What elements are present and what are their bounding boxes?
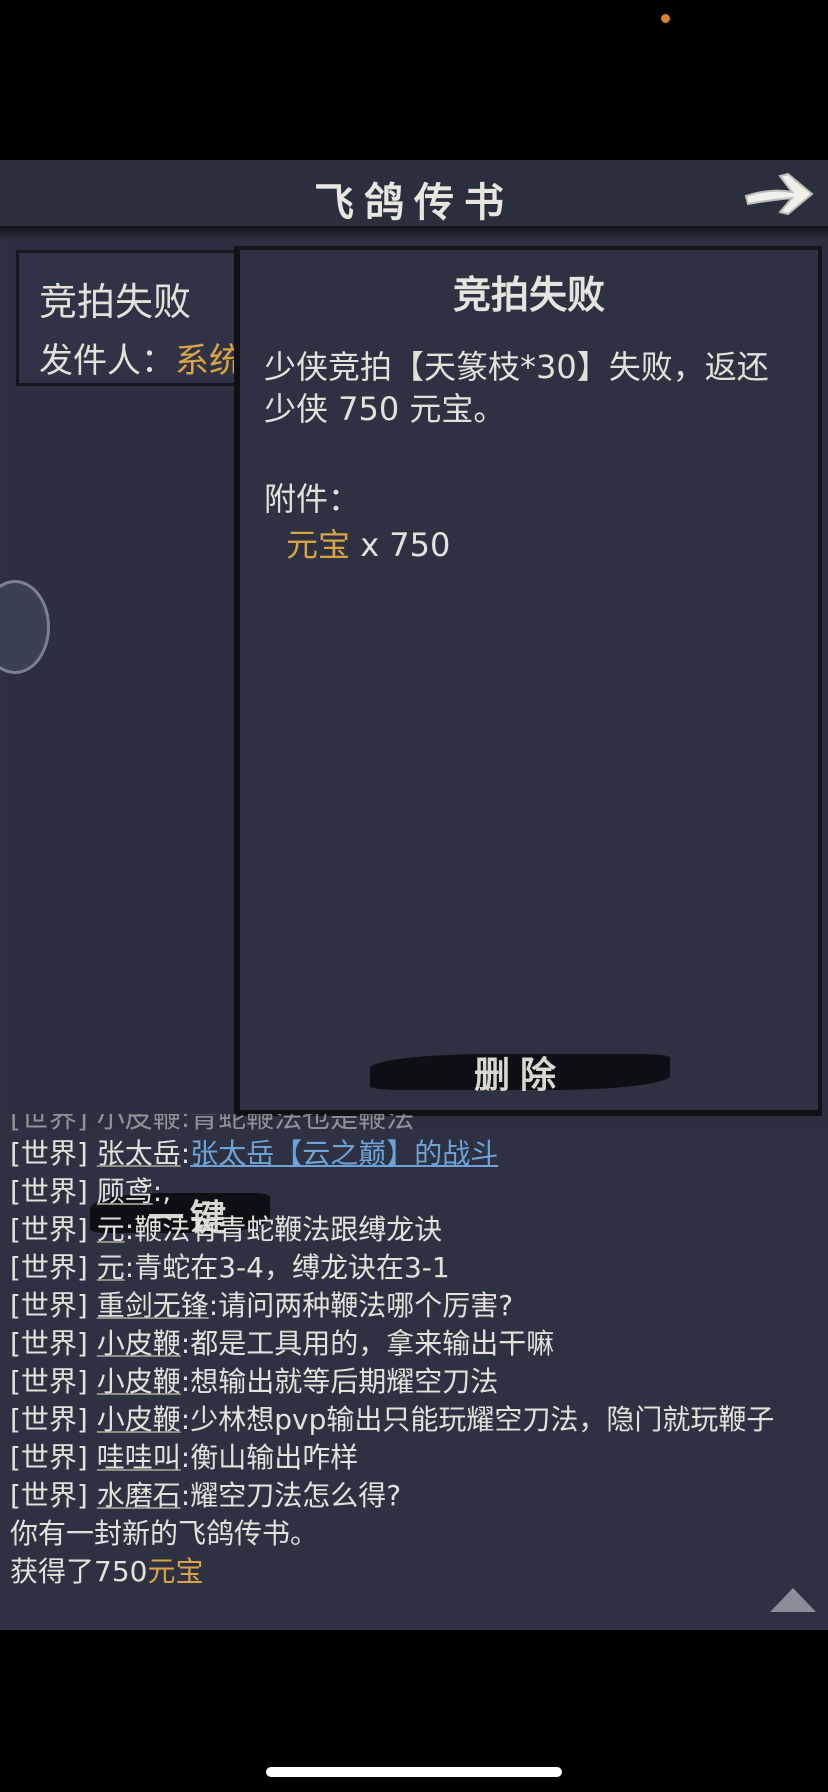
chat-channel: [世界] [10, 1441, 88, 1474]
chat-sep: : [180, 1403, 191, 1436]
chat-sender[interactable]: 小皮鞭 [97, 1403, 181, 1436]
chat-channel: [世界] [10, 1175, 88, 1208]
header: 飞鸽传书 [0, 160, 828, 226]
chat-sender[interactable]: 元 [97, 1213, 125, 1246]
chat-line: [世界] 小皮鞭:想输出就等后期耀空刀法 [10, 1364, 498, 1400]
back-button[interactable] [740, 166, 818, 222]
chat-channel: [世界] [10, 1137, 88, 1170]
chat-channel: [世界] [10, 1327, 88, 1360]
chat-line: [世界] 小皮鞭:都是工具用的，拿来输出干嘛 [10, 1326, 554, 1362]
chat-text: 鞭法有青蛇鞭法跟缚龙诀 [134, 1213, 443, 1246]
page-title: 飞鸽传书 [314, 179, 514, 226]
chat-text: 想输出就等后期耀空刀法 [190, 1365, 499, 1398]
header-divider [0, 226, 828, 240]
delete-button[interactable]: 删除 [370, 1040, 670, 1100]
chat-text: 青蛇在3-4，缚龙诀在3-1 [134, 1251, 450, 1284]
mail-detail-body: 少侠竞拍【天篆枝*30】失败，返还少侠 750 元宝。 [264, 348, 769, 428]
gain-message: 获得了750元宝 [10, 1554, 203, 1590]
chat-sep: : [124, 1213, 135, 1246]
chat-text: 请问两种鞭法哪个厉害? [218, 1289, 514, 1322]
chat-line: [世界] 哇哇叫:衡山输出咋样 [10, 1440, 358, 1476]
chat-sender[interactable]: 张太岳 [97, 1137, 181, 1170]
chat-sep: : [208, 1289, 219, 1322]
chat-sender[interactable]: 小皮鞭 [97, 1327, 181, 1360]
chat-text: 耀空刀法怎么得? [190, 1479, 402, 1512]
sender-label: 发件人： [39, 341, 175, 381]
chat-sep: : [180, 1441, 191, 1474]
chat-text: 衡山输出咋样 [190, 1441, 359, 1474]
chat-sep: : [180, 1327, 191, 1360]
system-message: 你有一封新的飞鸽传书。 [10, 1517, 319, 1550]
attachment-qty: x 750 [350, 526, 451, 564]
chat-line: [世界] 重剑无锋:请问两种鞭法哪个厉害? [10, 1288, 513, 1324]
sender-name: 系统 [175, 341, 243, 381]
chat-text: , [162, 1175, 172, 1208]
gain-prefix: 获得了750 [10, 1555, 148, 1588]
chat-sep: : [152, 1175, 163, 1208]
chat-sender[interactable]: 水磨石 [97, 1479, 181, 1512]
chat-sender[interactable]: 小皮鞭 [97, 1365, 181, 1398]
chat-line: [世界] 张太岳:张太岳【云之巅】的战斗 [10, 1136, 498, 1172]
battle-link[interactable]: 张太岳【云之巅】的战斗 [190, 1137, 498, 1170]
chat-channel: [世界] [10, 1289, 88, 1322]
chat-sender[interactable]: 顾鸢 [97, 1175, 153, 1208]
attachments-label: 附件： [264, 480, 361, 518]
chat-line-partial: [世界] 小皮鞭:青蛇鞭法也是鞭法 [10, 1114, 415, 1134]
triangle-up-icon [770, 1588, 816, 1612]
attachment-item: 元宝 x 750 [286, 520, 450, 566]
chat-line: [世界] 元:青蛇在3-4，缚龙诀在3-1 [10, 1250, 450, 1286]
gain-item: 元宝 [147, 1555, 204, 1588]
mail-list-item[interactable]: 竞拍失败 发件人：系统 [16, 250, 262, 386]
chat-channel: [世界] [10, 1251, 88, 1284]
chat-text: 少林想pvp输出只能玩耀空刀法，隐门就玩鞭子 [190, 1403, 775, 1436]
recording-indicator [661, 14, 670, 23]
chat-log[interactable]: [世界] 小皮鞭:青蛇鞭法也是鞭法 [世界] 张太岳:张太岳【云之巅】的战斗 [… [0, 1114, 828, 1628]
chat-text: 都是工具用的，拿来输出干嘛 [190, 1327, 555, 1360]
chat-sep: : [180, 1479, 191, 1512]
mail-detail-title: 竞拍失败 [452, 273, 605, 317]
chat-sender[interactable]: 哇哇叫 [97, 1441, 181, 1474]
chat-sender[interactable]: 元 [97, 1251, 125, 1284]
chat-channel: [世界] [10, 1403, 88, 1436]
chat-line: [世界] 小皮鞭:少林想pvp输出只能玩耀空刀法，隐门就玩鞭子 [10, 1402, 774, 1438]
mail-item-sender: 发件人：系统 [39, 333, 243, 382]
attachment-name: 元宝 [286, 526, 351, 564]
arrow-right-icon [744, 172, 814, 216]
chat-line: [世界] 水磨石:耀空刀法怎么得? [10, 1478, 401, 1514]
mail-detail-panel: 竞拍失败 少侠竞拍【天篆枝*30】失败，返还少侠 750 元宝。 附件： 元宝 … [234, 246, 822, 1116]
chat-sender[interactable]: 重剑无锋 [97, 1289, 209, 1322]
chat-sep: : [180, 1365, 191, 1398]
chat-line: [世界] 顾鸢:, [10, 1174, 171, 1210]
delete-label: 删除 [473, 1054, 566, 1096]
collapse-chat-button[interactable] [768, 1586, 818, 1614]
chat-sep: : [124, 1251, 135, 1284]
chat-channel: [世界] [10, 1479, 88, 1512]
mail-item-subject: 竞拍失败 [39, 280, 192, 324]
chat-channel: [世界] [10, 1365, 88, 1398]
chat-sep: : [180, 1137, 191, 1170]
home-indicator[interactable] [266, 1767, 562, 1777]
chat-channel: [世界] [10, 1213, 88, 1246]
chat-line: [世界] 元:鞭法有青蛇鞭法跟缚龙诀 [10, 1212, 442, 1248]
